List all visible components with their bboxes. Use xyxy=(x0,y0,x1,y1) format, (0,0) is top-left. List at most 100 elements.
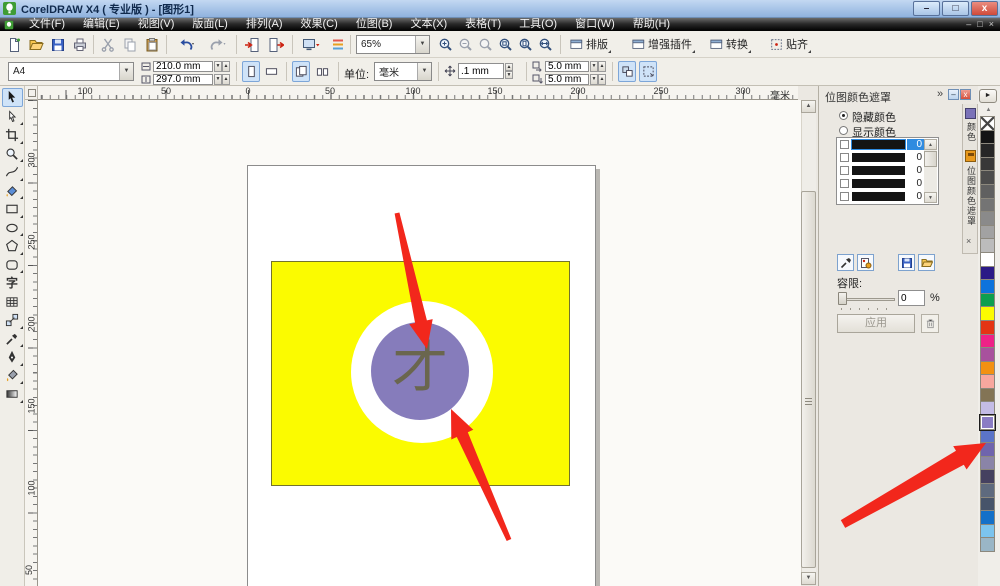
preset-dropdown-icon[interactable]: ▼ xyxy=(119,63,133,80)
crop-tool[interactable] xyxy=(2,127,23,144)
palette-swatch-dark-purple[interactable] xyxy=(980,442,995,457)
mask-color-row-1[interactable]: 0 xyxy=(837,138,938,151)
polygon-tool[interactable] xyxy=(2,238,23,255)
palette-swatch-gray-80[interactable] xyxy=(980,157,995,172)
menu-item-3[interactable]: 视图(V) xyxy=(129,18,184,31)
palette-swatch-pink[interactable] xyxy=(980,374,995,389)
tolerance-slider-handle[interactable] xyxy=(838,292,847,305)
palette-swatch-gray-70[interactable] xyxy=(980,170,995,185)
menu-item-1[interactable]: 文件(F) xyxy=(20,18,74,31)
units-dropdown-icon[interactable]: ▼ xyxy=(417,63,431,80)
bitmap-mask-tab[interactable]: 位图颜色遮罩 xyxy=(965,166,978,226)
palette-scroll-up-icon[interactable]: ▲ xyxy=(981,105,996,116)
mask-color-row-5[interactable]: 0 xyxy=(837,190,938,203)
palette-swatch-light-blue[interactable] xyxy=(980,524,995,539)
palette-swatch-blue-violet[interactable] xyxy=(980,266,995,281)
palette-swatch-red[interactable] xyxy=(980,320,995,335)
print-button[interactable] xyxy=(70,35,90,54)
vertical-scrollbar-thumb[interactable] xyxy=(801,191,816,568)
eyedropper-tool[interactable] xyxy=(2,330,23,347)
treat-as-filled-button[interactable] xyxy=(618,61,636,82)
palette-swatch-slate[interactable] xyxy=(980,483,995,498)
paper-height-spinner[interactable]: ▼▲ xyxy=(214,74,230,85)
cut-button[interactable] xyxy=(98,35,118,54)
bitmap-mask-tab-icon[interactable] xyxy=(965,150,976,162)
marquee-select-button[interactable] xyxy=(639,61,657,82)
zoom-to-page-button[interactable] xyxy=(516,35,536,54)
palette-flyout-button[interactable]: ► xyxy=(979,89,997,103)
docker-chevron[interactable]: » xyxy=(937,88,943,100)
mask-color-checkbox[interactable] xyxy=(840,166,849,175)
vertical-ruler[interactable]: 300 250 200 150 100 50 xyxy=(25,100,38,586)
pick-tool[interactable] xyxy=(2,88,23,107)
duplicate-y-input[interactable] xyxy=(545,74,589,85)
mask-color-checkbox[interactable] xyxy=(840,140,849,149)
undo-button[interactable] xyxy=(172,35,200,54)
palette-swatch-gray-20[interactable] xyxy=(980,238,995,253)
shape-tool[interactable] xyxy=(2,108,23,125)
ellipse-tool[interactable] xyxy=(2,219,23,236)
open-button[interactable] xyxy=(26,35,46,54)
save-button[interactable] xyxy=(48,35,68,54)
table-tool[interactable] xyxy=(2,293,23,310)
doc-restore-button[interactable]: □ xyxy=(977,18,982,31)
redo-button[interactable] xyxy=(204,35,232,54)
palette-swatch-white[interactable] xyxy=(980,252,995,267)
duplicate-x-spinner[interactable]: ▼▲ xyxy=(590,61,606,72)
zoom-to-width-button[interactable] xyxy=(536,35,556,54)
palette-swatch-gray-30[interactable] xyxy=(980,225,995,240)
palette-swatch-violet[interactable] xyxy=(980,347,995,362)
ruler-origin[interactable] xyxy=(25,86,38,100)
palette-swatch-dark-slate[interactable] xyxy=(980,469,995,484)
minimize-button[interactable]: – xyxy=(913,1,940,16)
color-docker-tab-icon[interactable] xyxy=(965,108,976,119)
color-selector-eyedropper-button[interactable] xyxy=(837,254,854,271)
tolerance-input[interactable] xyxy=(898,290,925,306)
palette-swatch-gray-60[interactable] xyxy=(980,184,995,199)
all-pages-layout-button[interactable] xyxy=(292,61,310,82)
mask-color-row-2[interactable]: 0 xyxy=(837,151,938,164)
doc-close-button[interactable]: × xyxy=(989,18,994,31)
menu-item-9[interactable]: 表格(T) xyxy=(456,18,510,31)
layout-toolbar-button[interactable]: 排版 xyxy=(566,34,612,54)
zoom-level-combo[interactable]: 65% ▼ xyxy=(356,35,430,54)
delete-mask-color-button[interactable] xyxy=(921,314,939,333)
purple-circle-object[interactable]: 才 xyxy=(371,322,469,420)
palette-swatch-gray-purple[interactable] xyxy=(980,456,995,471)
save-mask-button[interactable] xyxy=(898,254,915,271)
horizontal-ruler[interactable]: 100 50 0 50 100 150 200 250 300 xyxy=(38,86,798,100)
whats-new-button[interactable] xyxy=(328,35,348,54)
list-scroll-up-icon[interactable]: ▲ xyxy=(924,139,937,150)
new-document-button[interactable] xyxy=(4,35,24,54)
color-list-scrollbar[interactable]: ▲ ▼ xyxy=(924,139,937,203)
palette-swatch-orange[interactable] xyxy=(980,361,995,376)
zoom-out-button[interactable] xyxy=(456,35,476,54)
outline-pen-tool[interactable] xyxy=(2,349,23,366)
artwork-character[interactable]: 才 xyxy=(392,341,448,397)
menu-item-11[interactable]: 窗口(W) xyxy=(566,18,624,31)
zoom-all-objects-button[interactable] xyxy=(496,35,516,54)
mask-color-checkbox[interactable] xyxy=(840,179,849,188)
interactive-fill-tool[interactable] xyxy=(2,386,23,403)
menu-item-2[interactable]: 编辑(E) xyxy=(74,18,129,31)
fill-tool[interactable] xyxy=(2,367,23,384)
nudge-spinner[interactable]: ▲▼ xyxy=(505,63,513,79)
landscape-button[interactable] xyxy=(262,61,280,82)
menu-item-7[interactable]: 位图(B) xyxy=(347,18,402,31)
portrait-button[interactable] xyxy=(242,61,260,82)
duplicate-x-input[interactable] xyxy=(545,61,589,72)
palette-swatch-strong-blue[interactable] xyxy=(980,510,995,525)
palette-swatch-green[interactable] xyxy=(980,293,995,308)
drawing-canvas[interactable]: 才 xyxy=(38,100,801,586)
plugins-toolbar-button[interactable]: 增强插件 xyxy=(628,34,696,54)
paper-width-spinner[interactable]: ▼▲ xyxy=(214,61,230,72)
close-button[interactable]: x xyxy=(971,1,998,16)
mask-color-row-4[interactable]: 0 xyxy=(837,177,938,190)
nudge-offset-input[interactable] xyxy=(458,63,504,79)
palette-swatch-gray-blue[interactable] xyxy=(980,537,995,552)
zoom-tool[interactable] xyxy=(2,145,23,162)
basic-shapes-tool[interactable] xyxy=(2,256,23,273)
zoom-combo-dropdown-icon[interactable]: ▼ xyxy=(415,36,429,53)
paste-button[interactable] xyxy=(142,35,162,54)
convert-toolbar-button[interactable]: 转换 xyxy=(706,34,752,54)
